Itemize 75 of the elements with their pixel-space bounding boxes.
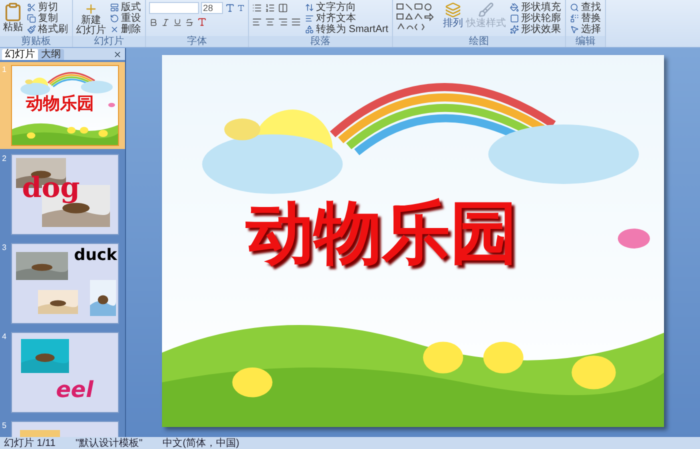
status-text: 中文(简体，中国) (162, 438, 240, 448)
status-text: "默认设计模板" (76, 438, 143, 448)
tool-icon (305, 14, 314, 23)
tool-icon (305, 25, 314, 34)
font-name-field[interactable] (149, 2, 199, 14)
strikethrough-icon[interactable] (185, 18, 194, 26)
new-slide-icon (84, 2, 98, 16)
layers-icon (445, 2, 462, 18)
ribbon-button[interactable]: 替换 (569, 13, 602, 24)
slide-number: 3 (2, 243, 8, 254)
tool-icon (110, 3, 119, 12)
ribbon-button[interactable]: 删除 (109, 24, 142, 35)
tool-icon (510, 25, 520, 34)
clipboard-icon (3, 2, 23, 22)
bold-icon[interactable] (149, 18, 158, 26)
font-size-field[interactable]: 28 (201, 2, 223, 14)
ribbon-button[interactable]: 文字方向 (304, 2, 390, 13)
ribbon-button[interactable]: 形状效果 (509, 24, 562, 35)
ribbon-button[interactable]: 形状填充 (509, 2, 562, 13)
font-color-icon[interactable] (197, 17, 207, 27)
align-right-icon[interactable] (278, 17, 288, 27)
bullets-icon[interactable] (252, 3, 262, 13)
tool-icon (305, 3, 314, 12)
tool-icon (110, 14, 119, 23)
brush-icon (478, 2, 494, 18)
ribbon-button[interactable]: 复制 (26, 13, 69, 24)
paste-button[interactable]: 粘贴 (3, 2, 23, 33)
slide-title: 动物乐园 (246, 195, 518, 271)
tool-icon (570, 25, 580, 34)
slide-title: 动物乐园 (26, 94, 94, 114)
ribbon-button[interactable]: 选择 (569, 24, 602, 35)
underline-icon[interactable] (173, 18, 182, 26)
ribbon-button[interactable]: 剪切 (26, 2, 69, 13)
tool-icon (110, 25, 119, 34)
tool-icon (27, 25, 36, 34)
italic-icon[interactable] (161, 18, 170, 26)
pane-tab[interactable]: 幻灯片 (2, 49, 38, 60)
tool-icon (510, 3, 520, 12)
slide-title: eel (56, 379, 94, 403)
pane-tab[interactable]: 大纲 (38, 49, 64, 60)
group-label: 字体 (146, 36, 248, 47)
ribbon-button[interactable]: 格式刷 (26, 24, 69, 35)
ribbon-button[interactable]: 形状轮廓 (509, 13, 562, 24)
arrange-button[interactable]: 排列 (443, 2, 464, 29)
status-text: 幻灯片 1/11 (4, 438, 56, 448)
slide-number: 2 (2, 154, 8, 165)
slide-thumbnail[interactable]: 1 动物乐园 (0, 62, 125, 149)
shrink-font-icon[interactable] (237, 4, 245, 12)
tool-icon (27, 14, 36, 23)
justify-icon[interactable] (291, 17, 301, 27)
numbering-icon[interactable] (265, 3, 275, 13)
tool-icon (27, 3, 36, 12)
grow-font-icon[interactable] (225, 3, 235, 13)
ribbon-button[interactable]: 对齐文本 (304, 13, 390, 24)
slide-number: 4 (2, 332, 8, 343)
new-slide-button[interactable]: 新建 幻灯片 (76, 2, 106, 36)
group-label: 幻灯片 (73, 36, 145, 47)
ribbon-button[interactable]: 转换为 SmartArt (304, 24, 390, 35)
slide-title: duck (74, 246, 117, 264)
group-label: 编辑 (566, 36, 606, 47)
align-center-icon[interactable] (265, 17, 275, 27)
columns-icon[interactable] (278, 3, 288, 13)
align-left-icon[interactable] (252, 17, 262, 27)
tool-icon (570, 3, 580, 12)
group-label: 段落 (249, 36, 392, 47)
tool-icon (570, 14, 580, 23)
ribbon-button[interactable]: 重设 (109, 13, 142, 24)
close-icon[interactable] (113, 50, 122, 59)
ribbon-button[interactable]: 版式 (109, 2, 142, 13)
group-label: 绘图 (393, 36, 566, 47)
tool-icon (510, 14, 520, 23)
slide-number: 1 (2, 65, 8, 76)
ribbon-button[interactable]: 查找 (569, 2, 602, 13)
slide-number: 5 (2, 421, 8, 432)
group-label: 剪贴板 (0, 36, 72, 47)
